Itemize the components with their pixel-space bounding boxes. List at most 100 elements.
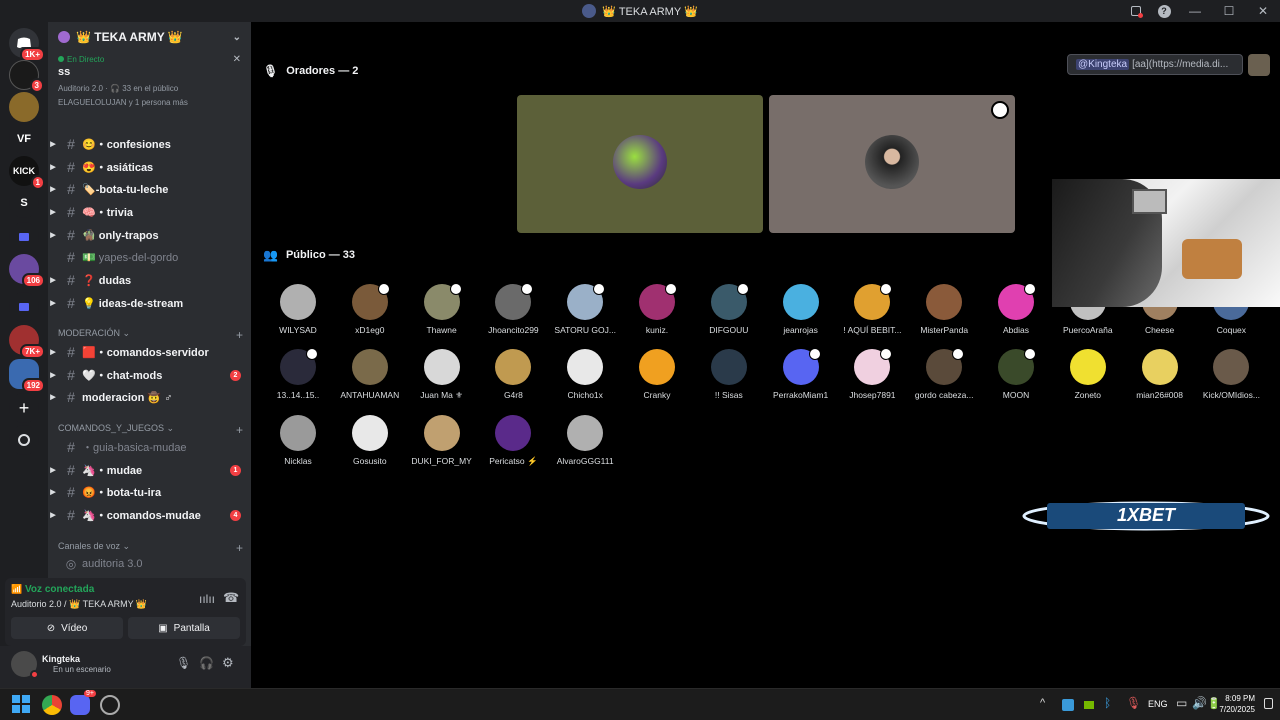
channel-ideas-de-stream[interactable]: ▶ # 💡 ideas-de-stream: [48, 292, 251, 314]
server-folder-1[interactable]: [9, 222, 39, 252]
audience-member[interactable]: MisterPanda: [908, 284, 980, 335]
audience-member[interactable]: 13..14..15..: [262, 348, 334, 400]
channel-moderacion[interactable]: ▶ # moderacion 🤠 ♂: [48, 386, 251, 408]
audience-member[interactable]: Juan Ma ⚜: [406, 349, 478, 401]
channel-mudae[interactable]: ▶ # 🦄・mudae 1: [48, 459, 251, 481]
stage-icon: ◎: [65, 557, 77, 571]
tray-icon-1[interactable]: [1062, 699, 1074, 711]
audience-member[interactable]: Abdias: [980, 283, 1052, 335]
category-comandos-y-juegos[interactable]: COMANDOS_Y_JUEGOS ⌄ +: [58, 423, 243, 437]
audience-member[interactable]: WILYSAD: [262, 284, 334, 335]
volume-icon[interactable]: 🔊: [1192, 696, 1207, 710]
audience-member[interactable]: kuniz.: [621, 283, 693, 335]
live-stage-card[interactable]: En Directo ✕ ss Auditorio 2.0 · 🎧 33 en …: [48, 52, 251, 112]
server-icon-kick[interactable]: KICK 1: [9, 156, 45, 190]
audience-member[interactable]: Kick/OMIdios...: [1195, 349, 1267, 400]
server-icon-teka-army[interactable]: 192: [9, 359, 45, 393]
channel-asiaticas[interactable]: ▶ # 😍・asiáticas: [48, 156, 251, 178]
audience-member[interactable]: Zoneto: [1052, 349, 1124, 400]
server-icon-s[interactable]: S: [9, 188, 39, 218]
audience-member[interactable]: Thawne: [406, 283, 478, 335]
chip-avatar[interactable]: [1248, 54, 1270, 76]
disconnect-icon[interactable]: ☎: [223, 590, 239, 606]
audience-member[interactable]: ! AQUÍ BEBIT...: [836, 283, 908, 335]
user-name[interactable]: Kingteka: [42, 654, 80, 664]
bluetooth-icon[interactable]: ᛒ: [1104, 696, 1111, 710]
audience-member[interactable]: jeanrojas: [765, 284, 837, 335]
channel-guia-basica-mudae[interactable]: # ・guia-basica-mudae: [48, 436, 251, 458]
audience-member[interactable]: DIFGOUU: [693, 283, 765, 335]
channel-bota-tu-leche[interactable]: ▶ # 🏷️-bota-tu-leche: [48, 178, 251, 200]
audience-member[interactable]: Nicklas: [262, 414, 334, 466]
channel-confesiones[interactable]: ▶ # 😊・confesiones: [48, 133, 251, 155]
audience-member[interactable]: DUKI_FOR_MY: [406, 414, 478, 466]
direct-messages-button[interactable]: 1K+: [9, 28, 45, 62]
close-button[interactable]: ✕: [1246, 0, 1280, 22]
close-icon[interactable]: ✕: [233, 54, 241, 65]
audience-member[interactable]: SATORU GOJ...: [549, 283, 621, 335]
audience-member[interactable]: Pericatso ⚡: [477, 414, 549, 467]
audience-member[interactable]: !! Sisas: [693, 349, 765, 400]
audience-member[interactable]: AlvaroGGG111: [549, 414, 621, 466]
server-folder-2[interactable]: [9, 292, 39, 322]
microphone-icon[interactable]: 🎙: [176, 656, 191, 670]
tray-icon-2[interactable]: [1084, 701, 1094, 709]
gear-icon[interactable]: ⚙: [222, 655, 234, 671]
channel-comandos-mudae[interactable]: ▶ # 🦄・comandos-mudae 4: [48, 504, 251, 526]
windows-start-icon[interactable]: [12, 695, 32, 715]
voice-channel-auditoria[interactable]: ◎ auditoria 3.0: [48, 553, 251, 575]
server-icon-9[interactable]: 7K+: [9, 325, 45, 359]
speaker-tile-2[interactable]: [769, 95, 1015, 233]
audience-member[interactable]: mian26#008: [1124, 349, 1196, 400]
audience-member[interactable]: Chicho1x: [549, 349, 621, 400]
server-icon-2[interactable]: [9, 92, 39, 122]
maximize-button[interactable]: ☐: [1212, 0, 1246, 22]
discord-taskbar-icon[interactable]: 9+: [70, 690, 96, 715]
channel-dudas[interactable]: ▶ # ❓ dudas: [48, 269, 251, 291]
show-hidden-icons[interactable]: ^: [1040, 697, 1045, 709]
inbox-icon[interactable]: [1122, 0, 1150, 22]
server-icon-vf[interactable]: VF: [9, 124, 39, 154]
add-server-icon[interactable]: +: [9, 393, 39, 423]
audience-member[interactable]: G4r8: [477, 349, 549, 400]
minimize-button[interactable]: —: [1178, 0, 1212, 22]
help-icon[interactable]: ?: [1150, 0, 1178, 22]
audience-member[interactable]: Jhosep7891: [836, 348, 908, 400]
channel-only-trapos[interactable]: ▶ # 🧌 only-trapos: [48, 224, 251, 246]
channel-yapes-del-gordo[interactable]: # 💵 yapes-del-gordo: [48, 246, 251, 268]
chrome-icon[interactable]: [42, 695, 62, 715]
audience-member[interactable]: xD1eg0: [334, 283, 406, 335]
microphone-tray-icon[interactable]: 🎙: [1126, 696, 1141, 710]
app-icon[interactable]: [100, 695, 120, 715]
channel-comandos-servidor[interactable]: ▶ # 🟥・comandos-servidor: [48, 341, 251, 363]
audience-member[interactable]: Gosusito: [334, 414, 406, 466]
headphones-icon[interactable]: 🎧: [199, 656, 214, 670]
speaker-tile-1[interactable]: [517, 95, 763, 233]
explore-icon[interactable]: [9, 425, 39, 455]
screen-share-button[interactable]: ▣ Pantalla: [128, 617, 240, 639]
avatar[interactable]: [11, 651, 39, 679]
channel-bota-tu-ira[interactable]: ▶ # 😡・bota-tu-ira: [48, 481, 251, 503]
video-button[interactable]: ⊘ Vídeo: [11, 617, 123, 639]
audience-member[interactable]: Cranky: [621, 349, 693, 400]
language-indicator[interactable]: ENG: [1148, 699, 1168, 709]
channel-chat-mods[interactable]: ▶ # 🤍・chat-mods 2: [48, 364, 251, 386]
network-icon[interactable]: ▭: [1176, 696, 1187, 710]
clock[interactable]: 8:09 PM 7/20/2025: [1210, 693, 1255, 715]
server-icon-1[interactable]: 3: [9, 60, 44, 93]
audience-member[interactable]: PerrakoMiam1: [765, 348, 837, 400]
message-chip[interactable]: @Kingteka [aa](https://media.di...: [1067, 54, 1243, 75]
audience-member[interactable]: gordo cabeza...: [908, 348, 980, 400]
notification-icon[interactable]: [1264, 698, 1273, 709]
audience-member[interactable]: MOON: [980, 348, 1052, 400]
category-moderacion[interactable]: MODERACIÓN ⌄ +: [58, 328, 243, 342]
voice-location[interactable]: Auditorio 2.0 / 👑 TEKA ARMY 👑: [11, 599, 147, 610]
guild-header[interactable]: 👑 TEKA ARMY 👑 ⌄: [48, 22, 251, 52]
audience-member[interactable]: Jhoancito299: [477, 283, 549, 335]
channel-trivia[interactable]: ▶ # 🧠・trivia: [48, 201, 251, 223]
user-panel: Kingteka En un escenario 🎙 🎧 ⚙: [0, 646, 251, 688]
noise-suppression-icon[interactable]: ıılıı: [199, 592, 215, 606]
voice-status[interactable]: 📶 Voz conectada: [11, 584, 94, 595]
audience-member[interactable]: ANTAHUAMAN: [334, 349, 406, 400]
server-icon-7[interactable]: 106: [9, 254, 45, 288]
